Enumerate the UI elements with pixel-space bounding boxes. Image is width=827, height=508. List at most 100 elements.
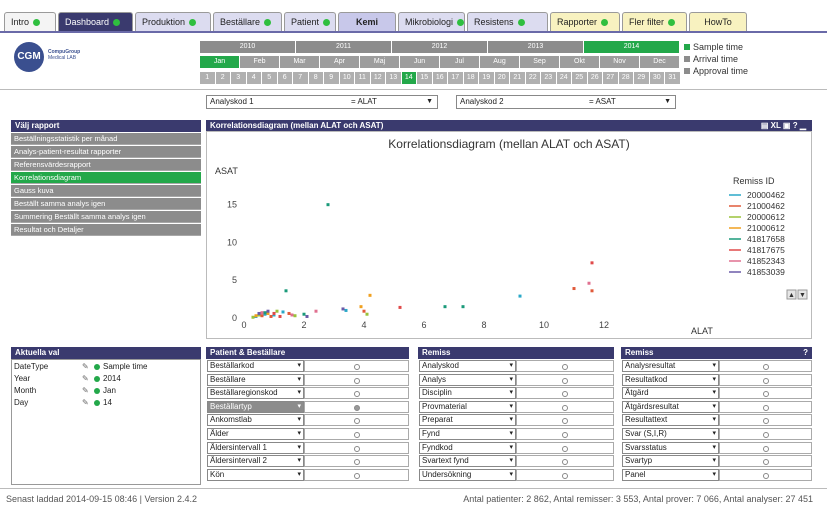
day-18[interactable]: 18 [463, 72, 479, 84]
tab-patient[interactable]: Patient [284, 12, 336, 31]
day-24[interactable]: 24 [556, 72, 572, 84]
day-15[interactable]: 15 [417, 72, 433, 84]
field-dropdown[interactable]: Beställaregionskod [207, 387, 304, 400]
field-value-selector[interactable] [304, 455, 409, 468]
day-16[interactable]: 16 [432, 72, 448, 84]
field-dropdown[interactable]: Disciplin [419, 387, 516, 400]
field-dropdown[interactable]: Svartyp [622, 455, 719, 468]
field-dropdown[interactable]: Fynd [419, 428, 516, 440]
month-maj[interactable]: Maj [360, 56, 400, 68]
tab-kemi[interactable]: Kemi [338, 12, 396, 31]
day-8[interactable]: 8 [308, 72, 324, 84]
field-value-selector[interactable] [719, 387, 812, 400]
field-value-selector[interactable] [516, 428, 614, 440]
month-okt[interactable]: Okt [560, 56, 600, 68]
day-2[interactable]: 2 [215, 72, 231, 84]
field-dropdown[interactable]: Resultattext [622, 414, 719, 427]
tab-mikrobiologi[interactable]: Mikrobiologi [398, 12, 465, 31]
tab-resistens[interactable]: Resistens [467, 12, 548, 31]
month-jan[interactable]: Jan [200, 56, 240, 68]
year-2011[interactable]: 2011 [296, 41, 392, 53]
year-2013[interactable]: 2013 [488, 41, 584, 53]
help-icon[interactable]: ? [803, 347, 808, 359]
print-icon[interactable]: ▤ [761, 121, 769, 130]
day-13[interactable]: 13 [386, 72, 402, 84]
analyskod2-dropdown[interactable]: Analyskod 2 = ASAT ▼ [456, 95, 676, 109]
field-value-selector[interactable] [516, 414, 614, 427]
field-dropdown[interactable]: Analysresultat [622, 360, 719, 372]
report-item[interactable]: Resultat och Detaljer [11, 224, 201, 236]
report-item[interactable]: Gauss kuva [11, 185, 201, 197]
help-icon[interactable]: ? [793, 121, 798, 130]
day-6[interactable]: 6 [277, 72, 293, 84]
clear-selection-icon[interactable]: ✎ [82, 398, 89, 407]
report-item[interactable]: Summering Beställt samma analys igen [11, 211, 201, 223]
analyskod1-dropdown[interactable]: Analyskod 1 = ALAT ▼ [206, 95, 438, 109]
month-dec[interactable]: Dec [640, 56, 680, 68]
day-25[interactable]: 25 [572, 72, 588, 84]
day-19[interactable]: 19 [479, 72, 495, 84]
field-dropdown[interactable]: Beställarkod [207, 360, 304, 372]
field-dropdown[interactable]: Åldersintervall 1 [207, 441, 304, 454]
day-21[interactable]: 21 [510, 72, 526, 84]
field-dropdown[interactable]: Åtgärdsresultat [622, 400, 719, 413]
field-dropdown[interactable]: Provmaterial [419, 400, 516, 413]
expand-icon[interactable]: ▣ [783, 121, 791, 130]
report-item[interactable]: Beställt samma analys igen [11, 198, 201, 210]
clear-selection-icon[interactable]: ✎ [82, 362, 89, 371]
field-dropdown[interactable]: Kön [207, 468, 304, 481]
day-30[interactable]: 30 [649, 72, 665, 84]
field-value-selector[interactable] [719, 428, 812, 440]
field-value-selector[interactable] [304, 400, 409, 413]
report-item[interactable]: Referensvärdesrapport [11, 159, 201, 171]
excel-icon[interactable]: XL [771, 121, 781, 130]
field-dropdown[interactable]: Åldersintervall 2 [207, 455, 304, 468]
day-28[interactable]: 28 [618, 72, 634, 84]
field-value-selector[interactable] [516, 373, 614, 386]
field-value-selector[interactable] [719, 360, 812, 372]
month-jun[interactable]: Jun [400, 56, 440, 68]
year-2014[interactable]: 2014 [584, 41, 680, 53]
time-type-arrival-time[interactable]: Arrival time [684, 54, 738, 64]
field-dropdown[interactable]: Panel [622, 468, 719, 481]
day-27[interactable]: 27 [603, 72, 619, 84]
time-type-sample-time[interactable]: Sample time [684, 42, 743, 52]
minimize-icon[interactable]: ▁ [800, 121, 806, 130]
field-dropdown[interactable]: Analys [419, 373, 516, 386]
month-apr[interactable]: Apr [320, 56, 360, 68]
tab-dashboard[interactable]: Dashboard [58, 12, 133, 31]
field-value-selector[interactable] [516, 400, 614, 413]
field-value-selector[interactable] [516, 441, 614, 454]
field-dropdown[interactable]: Fyndkod [419, 441, 516, 454]
field-dropdown[interactable]: Beställartyp [207, 400, 304, 413]
tab-fler-filter[interactable]: Fler filter [622, 12, 687, 31]
field-dropdown[interactable]: Preparat [419, 414, 516, 427]
field-dropdown[interactable]: Svarsstatus [622, 441, 719, 454]
year-2012[interactable]: 2012 [392, 41, 488, 53]
field-dropdown[interactable]: Resultatkod [622, 373, 719, 386]
day-7[interactable]: 7 [293, 72, 309, 84]
day-23[interactable]: 23 [541, 72, 557, 84]
report-item[interactable]: Korrelationsdiagram [11, 172, 201, 184]
field-value-selector[interactable] [719, 400, 812, 413]
day-17[interactable]: 17 [448, 72, 464, 84]
field-dropdown[interactable]: Beställare [207, 373, 304, 386]
field-dropdown[interactable]: Ålder [207, 428, 304, 440]
field-dropdown[interactable]: Ankomstlab [207, 414, 304, 427]
clear-selection-icon[interactable]: ✎ [82, 386, 89, 395]
day-31[interactable]: 31 [665, 72, 681, 84]
day-20[interactable]: 20 [494, 72, 510, 84]
field-value-selector[interactable] [304, 414, 409, 427]
field-value-selector[interactable] [719, 468, 812, 481]
field-value-selector[interactable] [719, 455, 812, 468]
day-10[interactable]: 10 [339, 72, 355, 84]
month-mar[interactable]: Mar [280, 56, 320, 68]
day-5[interactable]: 5 [262, 72, 278, 84]
field-value-selector[interactable] [516, 360, 614, 372]
month-sep[interactable]: Sep [520, 56, 560, 68]
tab-intro[interactable]: Intro [4, 12, 56, 31]
field-value-selector[interactable] [719, 441, 812, 454]
day-22[interactable]: 22 [525, 72, 541, 84]
field-value-selector[interactable] [304, 373, 409, 386]
field-value-selector[interactable] [304, 441, 409, 454]
